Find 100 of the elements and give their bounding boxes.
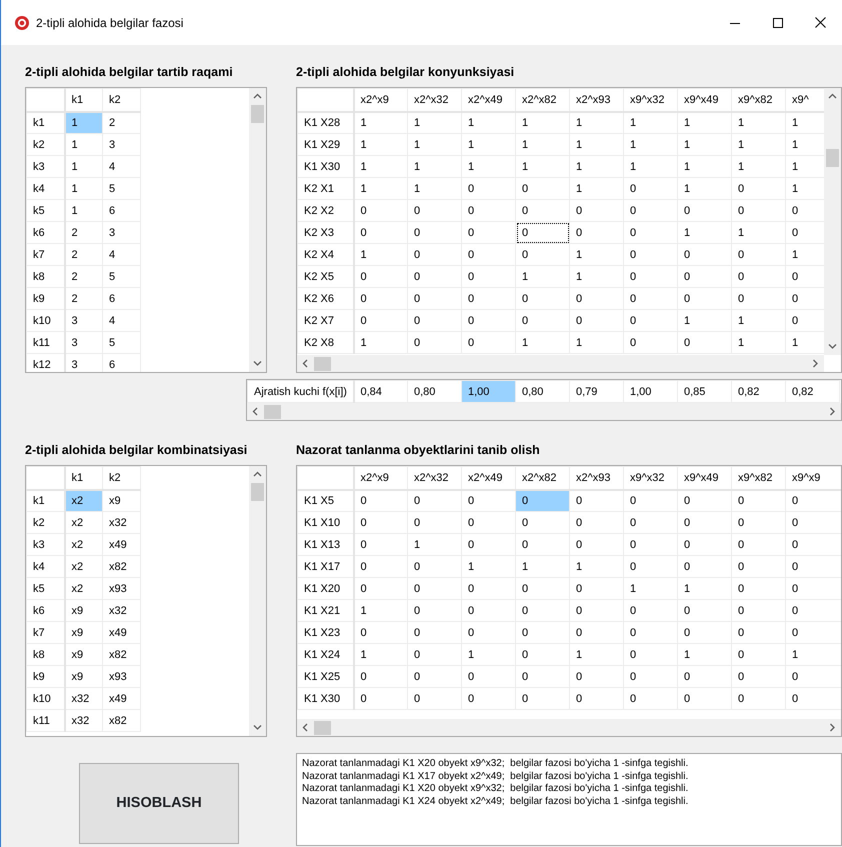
horizontal-scrollbar[interactable] (297, 355, 824, 372)
row-header[interactable]: k1 (26, 112, 64, 134)
table-cell[interactable]: 0 (678, 666, 732, 688)
scrollbar-thumb[interactable] (826, 149, 839, 167)
table-cell[interactable]: 1 (354, 134, 408, 156)
table-cell[interactable]: 0 (354, 200, 408, 222)
row-header[interactable]: K1 X23 (298, 622, 354, 644)
table-cell[interactable]: 0 (678, 534, 732, 556)
table-cell[interactable]: x9 (102, 490, 140, 512)
table-cell[interactable]: 1 (408, 134, 462, 156)
table-cell[interactable]: 2 (102, 112, 140, 134)
table-cell[interactable]: 1 (462, 644, 516, 666)
table-cell[interactable]: 0 (570, 288, 624, 310)
row-header[interactable]: k3 (26, 156, 64, 178)
row-header[interactable]: k11 (26, 332, 64, 354)
table-cell[interactable]: 0 (516, 578, 570, 600)
table-cell[interactable]: 1 (516, 556, 570, 578)
row-header[interactable]: k2 (26, 512, 64, 534)
table-cell[interactable]: 0 (516, 622, 570, 644)
table-cell[interactable]: x32 (102, 512, 140, 534)
table-cell[interactable]: x9 (64, 644, 102, 666)
row-header[interactable]: K1 X10 (298, 512, 354, 534)
table-cell[interactable]: 0 (624, 244, 678, 266)
table-cell[interactable]: 0 (624, 534, 678, 556)
table-cell[interactable]: 0 (624, 178, 678, 200)
table-cell[interactable]: 0 (408, 244, 462, 266)
row-header[interactable]: K1 X24 (298, 644, 354, 666)
table-cell[interactable]: 0 (570, 600, 624, 622)
table-cell[interactable]: 0 (354, 288, 408, 310)
row-header[interactable]: K2 X5 (298, 266, 354, 288)
table-cell[interactable]: x32 (64, 710, 102, 732)
chevron-left-icon[interactable] (252, 407, 259, 416)
row-header[interactable]: k5 (26, 200, 64, 222)
table-cell[interactable]: 0 (462, 266, 516, 288)
table-cell[interactable]: 0 (354, 666, 408, 688)
horizontal-scrollbar[interactable] (297, 719, 841, 736)
table-cell[interactable]: 0 (732, 266, 786, 288)
table-cell[interactable]: 1 (516, 112, 570, 134)
table-cell[interactable]: x9 (64, 666, 102, 688)
table-cell[interactable]: 0 (732, 200, 786, 222)
column-header[interactable]: x2^x93 (570, 466, 624, 490)
table-cell[interactable]: 0 (462, 534, 516, 556)
column-header[interactable]: x9^x32 (624, 88, 678, 112)
table-cell[interactable]: 0 (624, 490, 678, 512)
table-cell[interactable]: x82 (102, 710, 140, 732)
row-header[interactable]: k7 (26, 622, 64, 644)
row-header[interactable]: K2 X7 (298, 310, 354, 332)
table-cell[interactable]: 0 (354, 534, 408, 556)
table-cell[interactable]: 2 (64, 222, 102, 244)
column-header[interactable]: x9^x82 (732, 466, 786, 490)
table-cell[interactable]: 0 (732, 178, 786, 200)
table-cell[interactable]: 0 (354, 490, 408, 512)
scrollbar-thumb[interactable] (251, 483, 264, 501)
table-cell[interactable]: 0 (462, 332, 516, 354)
table-cell[interactable]: 0 (462, 178, 516, 200)
row-header[interactable]: k7 (26, 244, 64, 266)
column-header[interactable]: x2^x9 (354, 88, 408, 112)
table-cell[interactable]: 0 (408, 200, 462, 222)
row-header[interactable]: k1 (26, 490, 64, 512)
column-header[interactable]: x2^x49 (462, 88, 516, 112)
table-cell[interactable]: 0 (516, 222, 570, 244)
row-header[interactable]: K2 X6 (298, 288, 354, 310)
table-cell[interactable]: x32 (102, 600, 140, 622)
table-cell[interactable]: x49 (102, 534, 140, 556)
table-cell[interactable]: 6 (102, 288, 140, 310)
table-cell[interactable]: 1 (732, 332, 786, 354)
row-header[interactable]: K2 X4 (298, 244, 354, 266)
table-cell[interactable]: 4 (102, 310, 140, 332)
table-cell[interactable]: 3 (102, 134, 140, 156)
table-cell[interactable]: 4 (102, 156, 140, 178)
table-cell[interactable]: 1 (462, 112, 516, 134)
row-header[interactable]: K1 X28 (298, 112, 354, 134)
row-header[interactable]: k2 (26, 134, 64, 156)
row-header[interactable]: K1 X13 (298, 534, 354, 556)
row-header[interactable]: k8 (26, 644, 64, 666)
row-header[interactable]: k11 (26, 710, 64, 732)
table-cell[interactable]: 0 (624, 266, 678, 288)
table-cell[interactable]: 1 (354, 156, 408, 178)
table-cell[interactable]: 0 (462, 578, 516, 600)
chevron-down-icon[interactable] (253, 360, 262, 367)
vertical-scrollbar[interactable] (824, 88, 841, 355)
table-cell[interactable]: x82 (102, 644, 140, 666)
table-cell[interactable]: 0 (516, 688, 570, 710)
table-cell[interactable]: x82 (102, 556, 140, 578)
row-header[interactable]: K1 X5 (298, 490, 354, 512)
table-cell[interactable]: x2 (64, 512, 102, 534)
table-cell[interactable]: 1 (64, 178, 102, 200)
table-cell[interactable]: 1,00 (462, 380, 516, 402)
row-header[interactable]: K1 X30 (298, 156, 354, 178)
table-cell[interactable]: 3 (102, 222, 140, 244)
table-cell[interactable]: 1 (408, 156, 462, 178)
table-cell[interactable]: 1 (516, 156, 570, 178)
table-cell[interactable]: 0 (408, 556, 462, 578)
table-cell[interactable]: 1 (678, 310, 732, 332)
table-cell[interactable]: 0 (678, 200, 732, 222)
table-cell[interactable]: x49 (102, 622, 140, 644)
table-cell[interactable]: 0 (624, 644, 678, 666)
table-cell[interactable]: 0 (732, 512, 786, 534)
table-cell[interactable]: 0 (624, 622, 678, 644)
table-cell[interactable]: 0 (732, 556, 786, 578)
